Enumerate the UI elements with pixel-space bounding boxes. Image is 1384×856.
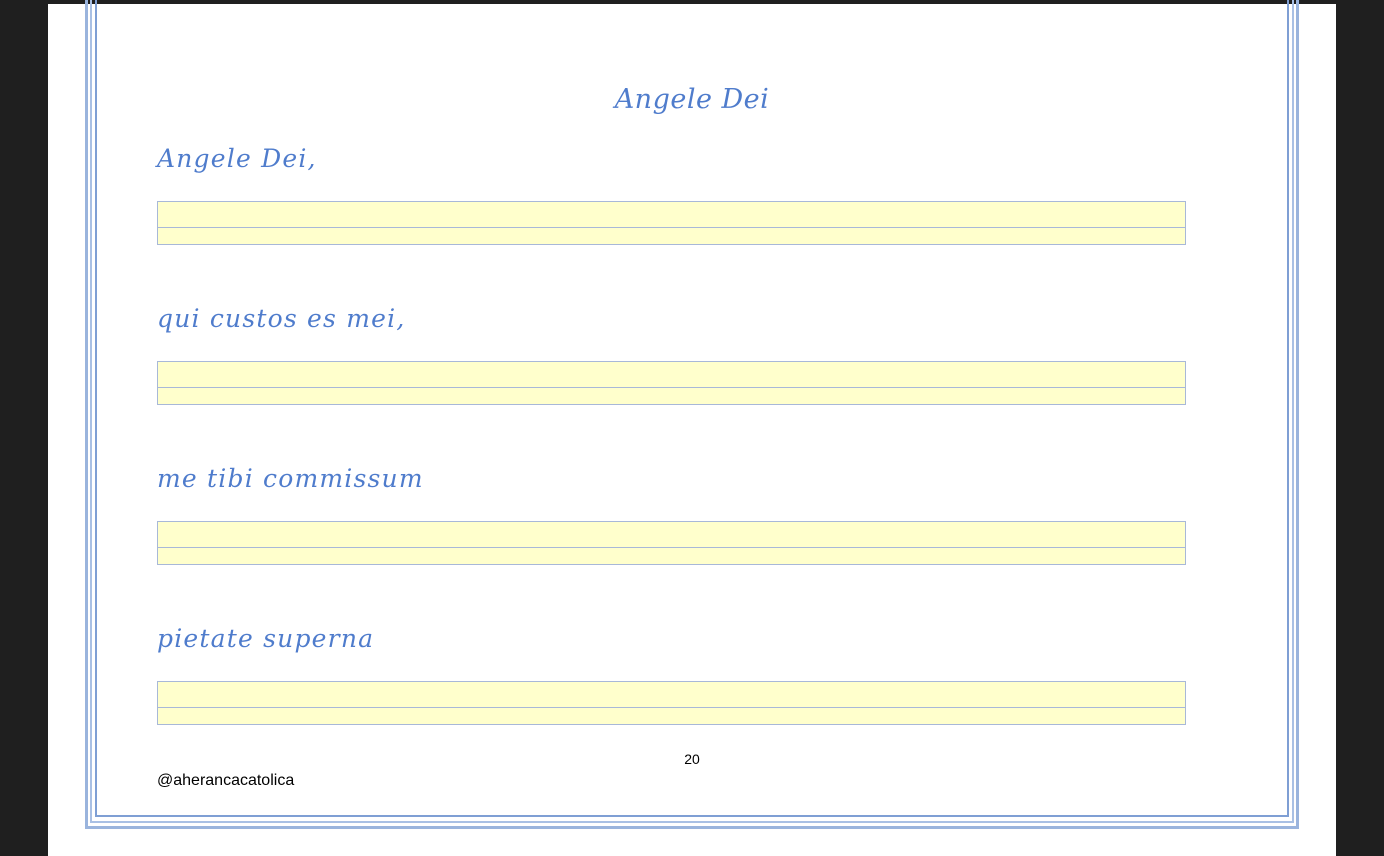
writing-band-midline: [158, 547, 1185, 548]
model-text-line-1: Angele Dei,: [157, 144, 317, 173]
footer-handle: @aherancacatolica: [157, 772, 295, 789]
writing-band-midline: [158, 227, 1185, 228]
worksheet-page: Angele Dei Angele Dei, qui custos es mei…: [48, 0, 1336, 856]
page-number: 20: [684, 751, 700, 767]
model-text-line-4: pietate superna: [157, 624, 375, 653]
model-text-line-3: me tibi commissum: [157, 464, 424, 493]
writing-band-2[interactable]: [157, 361, 1186, 405]
writing-band-4[interactable]: [157, 681, 1186, 725]
model-text-line-2: qui custos es mei,: [157, 304, 406, 333]
writing-band-1[interactable]: [157, 201, 1186, 245]
worksheet-title: Angele Dei: [614, 84, 770, 115]
writing-band-midline: [158, 387, 1185, 388]
writing-band-3[interactable]: [157, 521, 1186, 565]
writing-band-midline: [158, 707, 1185, 708]
